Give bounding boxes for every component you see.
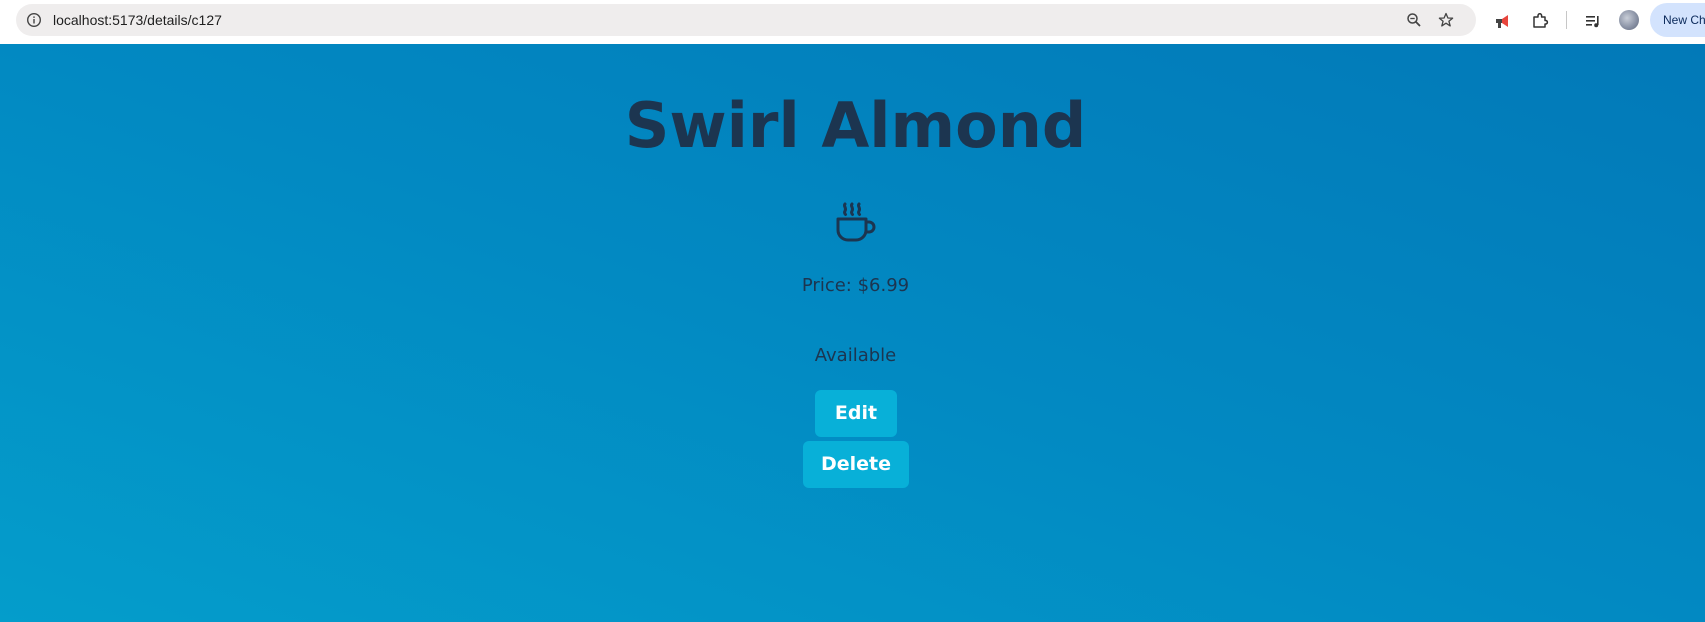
avatar[interactable] [1619,10,1639,30]
page-content: Swirl Almond Price: $6.99 Available Edit… [0,44,1705,622]
product-title: Swirl Almond [624,89,1087,162]
info-icon[interactable] [26,12,42,28]
megaphone-icon[interactable] [1493,11,1513,31]
toolbar-divider [1566,11,1567,29]
delete-button[interactable]: Delete [803,441,909,488]
media-queue-icon[interactable] [1583,11,1603,31]
url-text[interactable]: localhost:5173/details/c127 [53,12,222,28]
product-price: Price: $6.99 [801,275,910,296]
star-icon[interactable] [1438,12,1454,28]
puzzle-icon[interactable] [1530,11,1550,31]
new-chrome-button[interactable]: New Ch [1650,3,1705,37]
availability-status: Available [814,345,897,366]
browser-toolbar: localhost:5173/details/c127 New Ch [0,0,1705,44]
edit-button[interactable]: Edit [815,390,897,437]
address-bar[interactable]: localhost:5173/details/c127 [16,4,1476,36]
coffee-cup-icon [836,202,876,242]
zoom-icon[interactable] [1406,12,1422,28]
